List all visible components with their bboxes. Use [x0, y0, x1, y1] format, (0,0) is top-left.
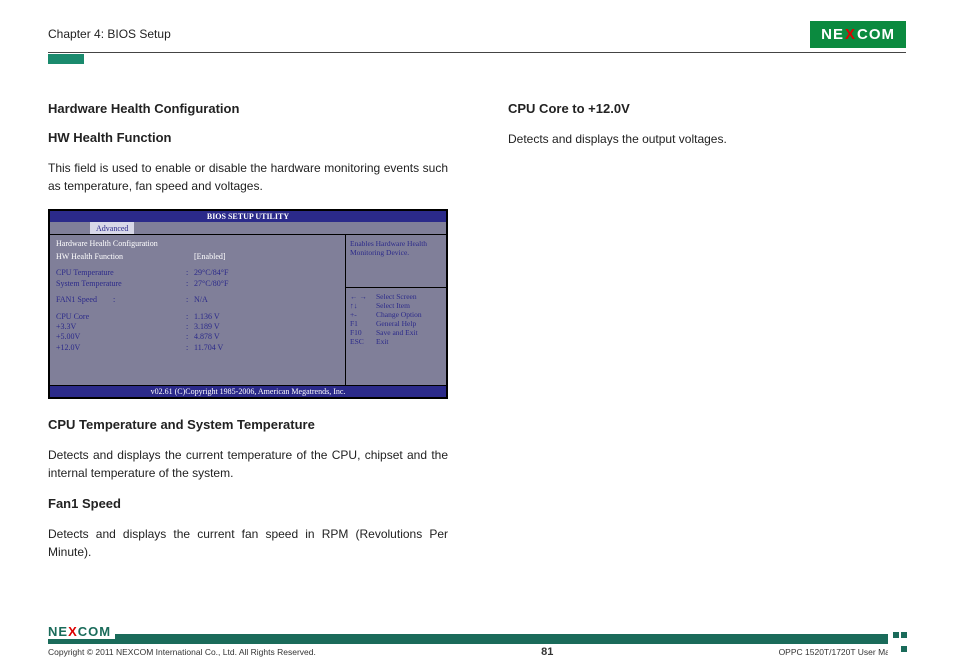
paragraph-fan1: Detects and displays the current fan spe…	[48, 525, 448, 561]
header-divider	[48, 52, 906, 53]
bios-title-bar: BIOS SETUP UTILITY	[50, 211, 446, 222]
bios-help-row: ESCExit	[350, 337, 442, 346]
heading-cpu-core-12v: CPU Core to +12.0V	[508, 101, 906, 116]
bios-row-fan1: FAN1 Speed : : N/A	[56, 295, 339, 305]
nexcom-logo: NEXCOM	[810, 21, 906, 48]
bios-help-row: F10Save and Exit	[350, 328, 442, 337]
page-footer: NEXCOM Copyright © 2011 NEXCOM Internati…	[48, 634, 906, 658]
page-header: Chapter 4: BIOS Setup NEXCOM	[48, 20, 906, 48]
bios-help-row: +-Change Option	[350, 310, 442, 319]
page-number: 81	[541, 646, 553, 658]
bios-row-3v: +3.3V : 3.189 V	[56, 322, 339, 332]
heading-temperature: CPU Temperature and System Temperature	[48, 417, 448, 432]
bios-body: Hardware Health Configuration HW Health …	[50, 234, 446, 385]
footer-squares-icon	[888, 628, 908, 656]
bios-row-cpu-core: CPU Core : 1.136 V	[56, 312, 339, 322]
chapter-title: Chapter 4: BIOS Setup	[48, 27, 171, 41]
bios-help-row: F1General Help	[350, 319, 442, 328]
side-tab-marker	[48, 54, 84, 64]
bios-row-5v: +5.00V : 4.878 V	[56, 332, 339, 342]
bios-row-hw-function: HW Health Function [Enabled]	[56, 252, 339, 262]
bios-tab-row: Advanced	[50, 222, 446, 234]
right-column: CPU Core to +12.0V Detects and displays …	[508, 101, 906, 575]
heading-fan1: Fan1 Speed	[48, 496, 448, 511]
bios-screenshot: BIOS SETUP UTILITY Advanced Hardware Hea…	[48, 209, 448, 399]
content-columns: Hardware Health Configuration HW Health …	[48, 101, 906, 575]
bios-side-description: Enables Hardware Health Monitoring Devic…	[350, 239, 442, 257]
bios-section-title: Hardware Health Configuration	[56, 239, 339, 248]
bios-main-panel: Hardware Health Configuration HW Health …	[50, 235, 346, 385]
bios-help-row: ↑↓Select Item	[350, 301, 442, 310]
bios-tab-advanced: Advanced	[90, 222, 134, 234]
bios-row-12v: +12.0V : 11.704 V	[56, 343, 339, 353]
left-column: Hardware Health Configuration HW Health …	[48, 101, 448, 575]
bios-row-cpu-temp: CPU Temperature : 29°C/84°F	[56, 268, 339, 278]
bios-side-panel: Enables Hardware Health Monitoring Devic…	[346, 235, 446, 385]
heading-hw-health-function: HW Health Function	[48, 130, 448, 145]
footer-bar: NEXCOM	[48, 634, 906, 644]
footer-copyright: Copyright © 2011 NEXCOM International Co…	[48, 647, 316, 657]
footer-text-row: Copyright © 2011 NEXCOM International Co…	[48, 646, 906, 658]
bios-help-row: ← →Select Screen	[350, 292, 442, 301]
heading-hw-health-config: Hardware Health Configuration	[48, 101, 448, 116]
bios-footer: v02.61 (C)Copyright 1985-2006, American …	[50, 385, 446, 397]
footer-logo: NEXCOM	[48, 624, 115, 639]
bios-row-sys-temp: System Temperature : 27°C/80°F	[56, 279, 339, 289]
paragraph-voltages: Detects and displays the output voltages…	[508, 130, 906, 148]
paragraph-temperature: Detects and displays the current tempera…	[48, 446, 448, 482]
paragraph-hw-health: This field is used to enable or disable …	[48, 159, 448, 195]
footer-manual-name: OPPC 1520T/1720T User Manual	[779, 647, 906, 657]
